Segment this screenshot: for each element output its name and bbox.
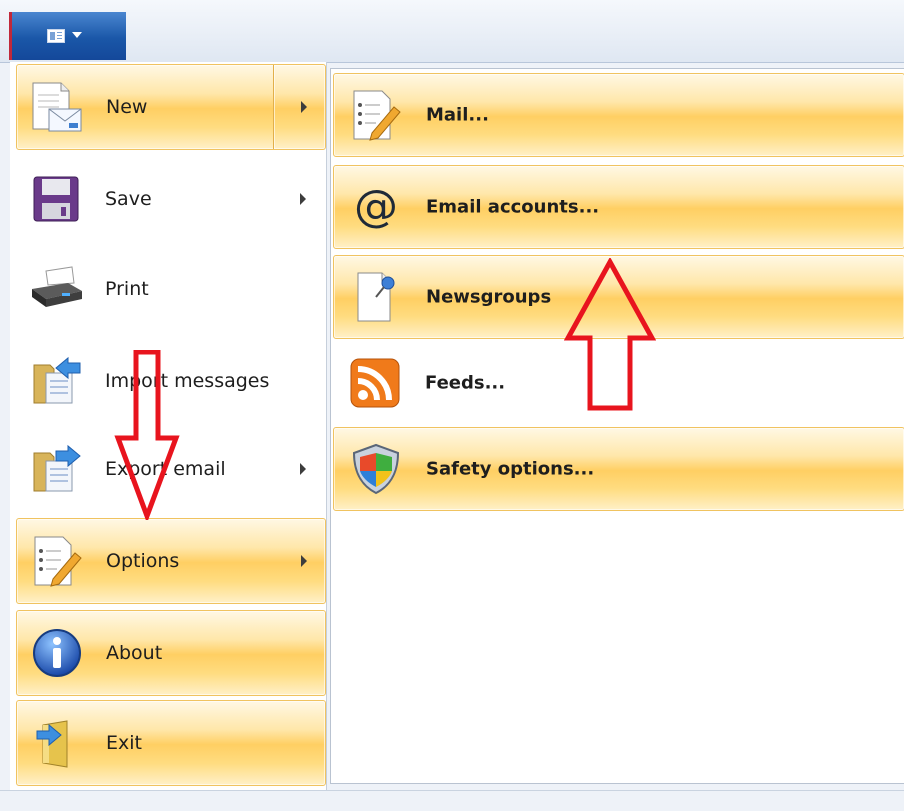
- menu-item-options[interactable]: Options: [16, 518, 326, 604]
- dropdown-arrow-icon: [72, 32, 82, 38]
- submenu-item-feeds-label: Feeds...: [425, 372, 506, 394]
- menu-item-save-label: Save: [105, 188, 152, 210]
- rss-feed-icon: [350, 358, 400, 408]
- app-menu-button[interactable]: [9, 12, 126, 60]
- submenu-item-safety-options-label: Safety options...: [426, 458, 595, 480]
- submenu-arrow-icon[interactable]: [300, 463, 306, 475]
- submenu-arrow-icon[interactable]: [301, 555, 307, 567]
- submenu-item-email-accounts[interactable]: @ Email accounts...: [333, 165, 904, 249]
- menu-item-options-label: Options: [106, 550, 180, 572]
- title-bar: [0, 0, 904, 63]
- newsgroup-pin-icon: [357, 272, 395, 322]
- submenu-item-mail[interactable]: Mail...: [333, 73, 904, 157]
- app-menu-icon: [47, 29, 65, 43]
- at-sign-icon: @: [354, 181, 398, 232]
- exit-door-icon: [36, 720, 68, 768]
- menu-item-print-label: Print: [105, 278, 149, 300]
- annotation-arrow-up: [564, 258, 656, 411]
- submenu-item-newsgroups-label: Newsgroups: [426, 286, 552, 308]
- submenu-item-mail-label: Mail...: [426, 104, 489, 126]
- menu-item-exit-label: Exit: [106, 732, 142, 754]
- security-shield-icon: [352, 443, 400, 495]
- app-menu-submenu-panel: Mail... @ Email accounts... Newsgroups F…: [330, 68, 904, 784]
- menu-item-about-label: About: [106, 642, 163, 664]
- checklist-pencil-icon: [353, 90, 401, 141]
- new-document-icon: [32, 82, 82, 132]
- menu-item-new-label: New: [106, 96, 148, 118]
- export-folder-icon: [33, 444, 81, 492]
- checklist-pencil-icon: [34, 536, 82, 587]
- annotation-arrow-down: [114, 350, 180, 520]
- submenu-item-email-accounts-label: Email accounts...: [426, 196, 600, 218]
- submenu-arrow-icon[interactable]: [300, 193, 306, 205]
- import-folder-icon: [33, 356, 81, 404]
- menu-item-new[interactable]: New: [16, 64, 326, 150]
- menu-item-about[interactable]: About: [16, 610, 326, 696]
- menu-item-save[interactable]: Save: [16, 156, 326, 242]
- svg-text:@: @: [354, 181, 398, 232]
- status-bar: [0, 790, 904, 811]
- split-divider: [273, 65, 274, 149]
- info-icon: [33, 629, 81, 677]
- submenu-item-safety-options[interactable]: Safety options...: [333, 427, 904, 511]
- floppy-disk-icon: [33, 176, 79, 222]
- menu-item-exit[interactable]: Exit: [16, 700, 326, 786]
- printer-icon: [32, 266, 82, 307]
- menu-item-print[interactable]: Print: [16, 246, 326, 332]
- submenu-arrow-icon[interactable]: [301, 101, 307, 113]
